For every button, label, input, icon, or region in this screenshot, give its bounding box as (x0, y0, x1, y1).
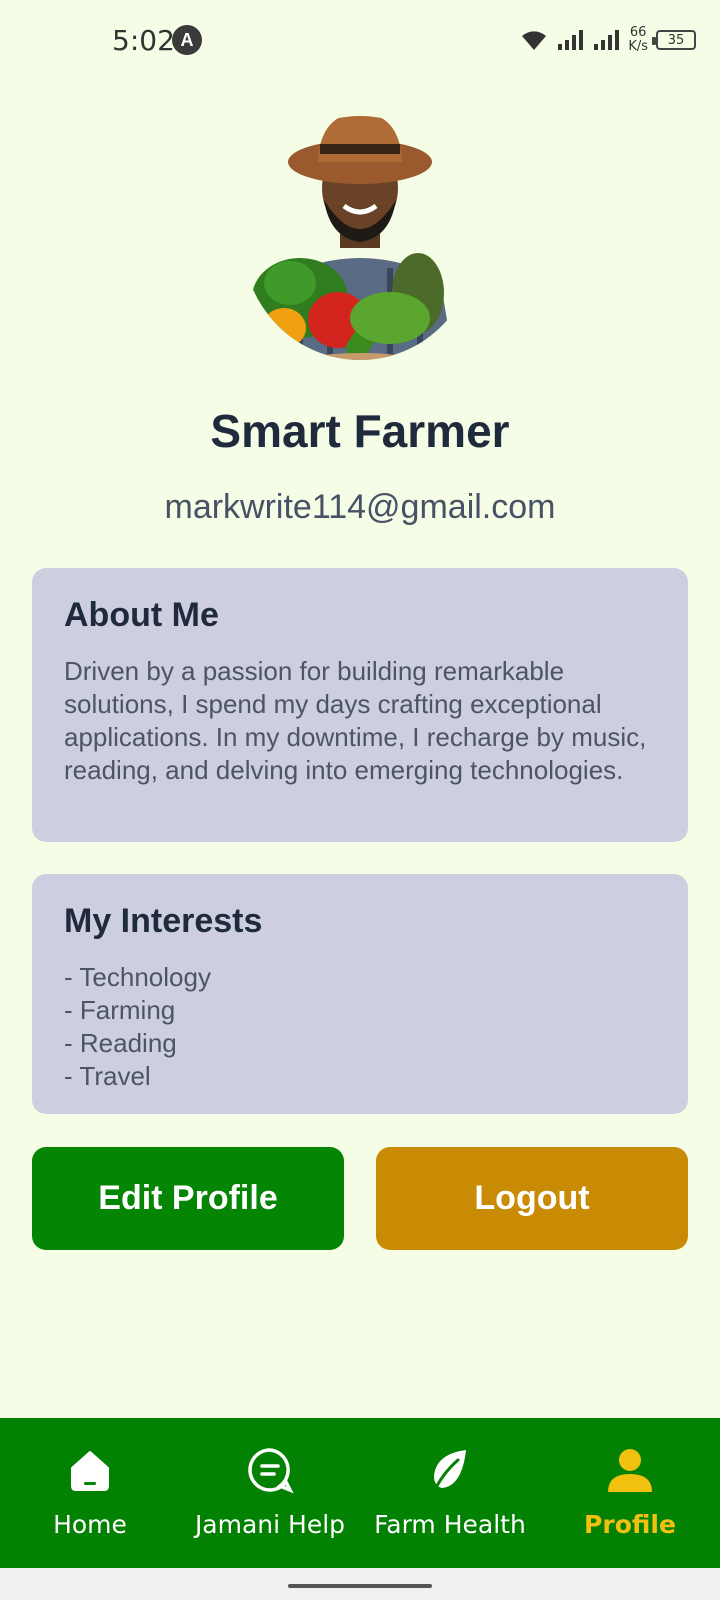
about-card: About Me Driven by a passion for buildin… (32, 568, 688, 842)
status-time: 5:02 (112, 24, 175, 57)
status-indicators: 66 K/s 35 (520, 22, 696, 58)
nav-item-home[interactable]: Home (0, 1418, 180, 1568)
network-speed: 66 K/s (628, 26, 648, 54)
app-notification-icon: A (172, 25, 202, 55)
bottom-nav: Home Jamani Help Farm Health Profile (0, 1418, 720, 1568)
interest-item: - Farming (64, 995, 176, 1025)
profile-avatar (242, 116, 478, 360)
nav-label-profile: Profile (584, 1510, 676, 1539)
net-speed-value: 66 (629, 25, 647, 40)
about-text: Driven by a passion for building remarka… (64, 656, 647, 785)
nav-item-profile[interactable]: Profile (540, 1418, 720, 1568)
signal-icon (558, 30, 584, 50)
profile-email: markwrite114@gmail.com (164, 488, 556, 526)
status-bar: 5:02 A 66 K/s 35 (0, 0, 720, 80)
interests-title: My Interests (64, 902, 263, 940)
user-icon (604, 1444, 656, 1496)
battery-icon: 35 (652, 30, 696, 50)
gesture-area (0, 1568, 720, 1600)
signal-icon-2 (594, 30, 620, 50)
home-gesture-bar[interactable] (288, 1584, 432, 1588)
interests-card: My Interests - Technology - Farming - Re… (32, 874, 688, 1114)
wifi-icon (522, 31, 547, 50)
logout-button[interactable]: Logout (376, 1147, 688, 1250)
nav-label-farm-health: Farm Health (374, 1510, 526, 1539)
nav-label-home: Home (53, 1510, 127, 1539)
nav-item-jamani-help[interactable]: Jamani Help (180, 1418, 360, 1568)
nav-label-jamani-help: Jamani Help (194, 1510, 346, 1539)
profile-name: Smart Farmer (210, 405, 510, 457)
interest-item: - Travel (64, 1061, 151, 1091)
net-speed-unit: K/s (628, 39, 648, 54)
about-title: About Me (64, 596, 219, 634)
edit-profile-button[interactable]: Edit Profile (32, 1147, 344, 1250)
home-icon (64, 1444, 116, 1496)
battery-level: 35 (667, 32, 685, 48)
chat-icon (244, 1444, 296, 1496)
leaf-icon (424, 1444, 476, 1496)
interest-item: - Reading (64, 1028, 177, 1058)
interest-item: - Technology (64, 962, 211, 992)
nav-item-farm-health[interactable]: Farm Health (360, 1418, 540, 1568)
